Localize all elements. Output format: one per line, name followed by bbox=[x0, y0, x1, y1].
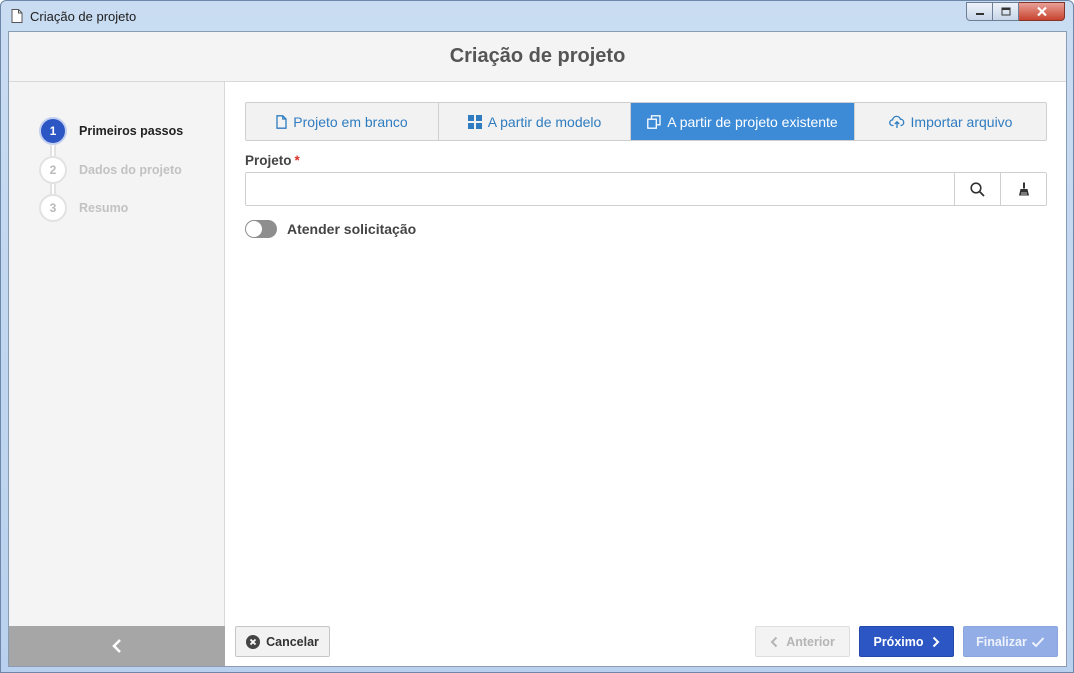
creation-mode-tabs: Projeto em branco A partir de modelo A p… bbox=[245, 102, 1047, 141]
collapse-sidebar-button[interactable] bbox=[9, 626, 225, 666]
cloud-upload-icon bbox=[888, 115, 904, 128]
step-number: 2 bbox=[39, 155, 67, 184]
step-label: Primeiros passos bbox=[79, 124, 184, 139]
finish-button[interactable]: Finalizar bbox=[963, 626, 1058, 657]
step-primeiros-passos: 1 Primeiros passos bbox=[39, 112, 183, 151]
search-icon bbox=[970, 181, 985, 197]
project-input[interactable] bbox=[246, 173, 954, 205]
tab-label: Projeto em branco bbox=[293, 113, 408, 130]
document-icon bbox=[276, 114, 287, 129]
wizard-sidebar: 1 Primeiros passos 2 Dados do projeto 3 … bbox=[9, 82, 225, 666]
tab-label: A partir de modelo bbox=[487, 113, 602, 130]
close-window-button[interactable] bbox=[1019, 2, 1065, 21]
tab-projeto-em-branco[interactable]: Projeto em branco bbox=[246, 103, 439, 140]
window-title: Criação de projeto bbox=[30, 9, 137, 24]
chevron-right-icon bbox=[932, 636, 939, 647]
step-connector bbox=[50, 144, 56, 157]
step-connector bbox=[50, 183, 56, 195]
attend-request-toggle[interactable] bbox=[245, 220, 277, 238]
chevron-left-icon bbox=[770, 636, 778, 647]
next-button[interactable]: Próximo bbox=[859, 626, 954, 657]
maximize-button[interactable] bbox=[993, 2, 1019, 21]
tab-importar-arquivo[interactable]: Importar arquivo bbox=[855, 103, 1046, 140]
step-label: Resumo bbox=[79, 201, 129, 216]
previous-button[interactable]: Anterior bbox=[755, 626, 850, 657]
wizard-steps: 1 Primeiros passos 2 Dados do projeto 3 … bbox=[39, 112, 183, 228]
required-marker: * bbox=[294, 153, 300, 168]
search-project-button[interactable] bbox=[954, 173, 1000, 205]
next-label: Próximo bbox=[873, 634, 924, 649]
tab-a-partir-de-projeto-existente[interactable]: A partir de projeto existente bbox=[631, 103, 855, 140]
window-controls bbox=[966, 2, 1065, 21]
minimize-icon bbox=[975, 12, 984, 15]
cancel-button[interactable]: Cancelar bbox=[235, 626, 330, 657]
attend-request-label: Atender solicitação bbox=[287, 221, 417, 237]
tab-label: Importar arquivo bbox=[910, 113, 1013, 130]
step-dados-do-projeto: 2 Dados do projeto bbox=[39, 144, 183, 190]
document-icon bbox=[11, 9, 23, 23]
toggle-knob bbox=[246, 221, 262, 237]
broom-icon bbox=[1018, 182, 1029, 196]
attend-request-row: Atender solicitação bbox=[245, 220, 1047, 238]
step-number: 3 bbox=[39, 194, 67, 223]
page-title: Criação de projeto bbox=[449, 45, 626, 67]
project-field-label: Projeto * bbox=[245, 153, 1047, 168]
copy-icon bbox=[647, 114, 661, 129]
main-panel: Projeto em branco A partir de modelo A p… bbox=[245, 102, 1047, 238]
app-window: Criação de projeto Criação de projeto 1 … bbox=[0, 0, 1074, 673]
project-input-group bbox=[245, 172, 1047, 206]
title-bar: Criação de projeto bbox=[1, 1, 1073, 31]
close-icon bbox=[1036, 6, 1047, 17]
chevron-left-icon bbox=[112, 639, 121, 653]
dialog-header: Criação de projeto bbox=[9, 32, 1066, 82]
project-label-text: Projeto bbox=[245, 153, 292, 168]
step-resumo: 3 Resumo bbox=[39, 183, 183, 228]
clear-field-button[interactable] bbox=[1000, 173, 1046, 205]
tab-label: A partir de projeto existente bbox=[667, 113, 838, 130]
grid-icon bbox=[467, 114, 482, 129]
step-number: 1 bbox=[39, 117, 67, 146]
finish-label: Finalizar bbox=[976, 634, 1027, 649]
minimize-button[interactable] bbox=[966, 2, 993, 21]
tab-a-partir-de-modelo[interactable]: A partir de modelo bbox=[439, 103, 631, 140]
previous-label: Anterior bbox=[786, 634, 835, 649]
check-icon bbox=[1031, 636, 1045, 647]
step-label: Dados do projeto bbox=[79, 162, 182, 177]
cancel-label: Cancelar bbox=[266, 634, 319, 649]
dialog-content: Criação de projeto 1 Primeiros passos 2 … bbox=[8, 31, 1067, 667]
maximize-icon bbox=[1001, 7, 1010, 16]
cancel-icon bbox=[246, 634, 261, 649]
